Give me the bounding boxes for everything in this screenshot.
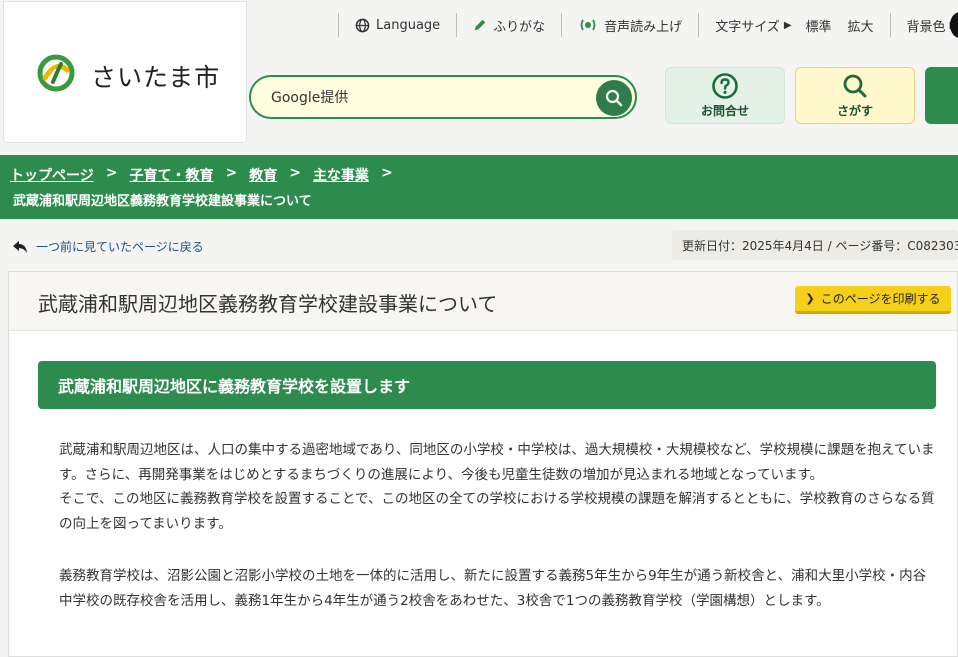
triangle-right-icon: ▶ [783,19,792,31]
city-logo-icon [37,54,75,92]
language-label: Language [376,17,441,33]
page-title: 武蔵浦和駅周辺地区義務教育学校建設事業について [38,292,498,316]
logo-text: さいたま市 [91,63,221,92]
speaker-icon [580,19,596,31]
find-label: さがす [836,104,873,118]
site-search [249,75,637,119]
font-size-label: 文字サイズ ▶ [699,16,797,35]
chevron-right-icon: ❯ [805,292,815,305]
print-button[interactable]: ❯ このページを印刷する [795,286,951,314]
breadcrumb-separator: > [380,165,393,181]
breadcrumb-item-childcare[interactable]: 子育て・教育 [129,165,213,185]
font-size-text: 文字サイズ [715,19,780,35]
search-input[interactable] [269,86,573,110]
inquiry-button[interactable]: お問合せ [665,67,785,124]
breadcrumb-item-top[interactable]: トップページ [10,165,94,185]
main-content: 武蔵浦和駅周辺地区義務教育学校建設事業について ❯ このページを印刷する 武蔵浦… [8,271,958,657]
furigana-link[interactable]: ふりがな [457,16,561,35]
breadcrumb-current: 武蔵浦和駅周辺地区義務教育学校建設事業について [13,194,312,209]
breadcrumb-item-education[interactable]: 教育 [249,165,277,185]
paragraph-2: そこで、この地区に義務教育学校を設置することで、この地区の全ての学校における学校… [59,491,935,532]
search-submit-button[interactable] [596,80,632,116]
breadcrumb-separator: > [105,165,118,181]
globe-icon [355,18,370,32]
read-aloud-link[interactable]: 音声読み上げ [562,16,698,35]
print-label: このページを印刷する [820,292,941,306]
back-link-label: 一つ前に見ていたページに戻る [36,240,204,254]
language-link[interactable]: Language [339,18,456,33]
inquiry-label: お問合せ [700,104,749,118]
breadcrumb-links: トップページ > 子育て・教育 > 教育 > 主な事業 > [10,165,393,185]
question-icon [712,73,738,99]
pencil-icon [474,19,486,31]
font-size-standard-label: 標準 [805,19,832,35]
breadcrumb: トップページ > 子育て・教育 > 教育 > 主な事業 > 武蔵浦和駅周辺地区義… [0,155,958,219]
bg-color-text: 背景色 [906,19,946,35]
breadcrumb-item-main-projects[interactable]: 主な事業 [313,165,369,185]
back-link[interactable]: 一つ前に見ていたページに戻る [12,238,204,255]
font-size-large-button[interactable]: 拡大 [840,16,890,35]
site-logo[interactable]: さいたま市 [3,1,247,143]
title-bar: 武蔵浦和駅周辺地区義務教育学校建設事業について ❯ このページを印刷する [9,272,957,331]
read-aloud-label: 音声読み上げ [604,19,683,35]
back-arrow-icon [13,240,27,253]
paragraph-1: 武蔵浦和駅周辺地区は、人口の集中する過密地域であり、同地区の小学校・中学校は、過… [59,442,935,483]
utility-nav: Language ふりがな 音声読み上げ 文字サイズ ▶ 標準 拡大 背景色 ▶ [338,12,958,38]
font-size-large-label: 拡大 [847,19,874,35]
furigana-label: ふりがな [493,19,546,35]
update-info: 更新日付：2025年4月4日 / ページ番号：C082303 [672,230,958,260]
find-button[interactable]: さがす [795,67,915,124]
breadcrumb-separator: > [289,165,301,181]
search-icon [605,89,623,107]
breadcrumb-separator: > [225,165,238,181]
menu-button[interactable] [925,67,958,124]
font-size-standard-button[interactable]: 標準 [798,16,840,35]
section-heading: 武蔵浦和駅周辺地区に義務教育学校を設置します [38,361,936,409]
search-icon [843,74,867,98]
bg-color-label: 背景色 ▶ [891,16,958,35]
paragraph-3: 義務教育学校は、沼影公園と沼影小学校の土地を一体的に活用し、新たに設置する義務5… [59,568,927,609]
